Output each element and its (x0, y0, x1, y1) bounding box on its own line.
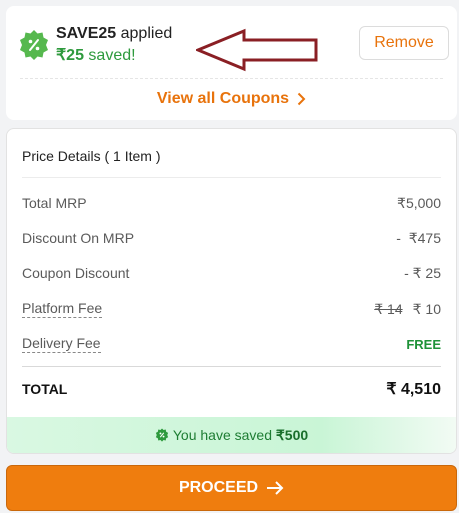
price-details-title: Price Details ( 1 Item ) (22, 148, 161, 164)
total-mrp-value: ₹5,000 (397, 194, 441, 211)
savings-text: You have saved (172, 427, 276, 443)
left-arrow-annotation-icon (196, 28, 318, 72)
total-divider (22, 366, 441, 367)
delivery-fee-value: FREE (406, 336, 441, 352)
proceed-label: PROCEED (178, 479, 259, 496)
price-header-divider (22, 177, 441, 178)
coupon-saved-text: ₹25 saved! (56, 45, 172, 67)
total-mrp-row: Total MRP ₹5,000 (22, 191, 441, 215)
percent-badge-icon (20, 30, 48, 60)
platform-fee-values: ₹ 14 ₹ 10 (364, 301, 441, 318)
total-label: TOTAL (22, 381, 68, 397)
proceed-button[interactable]: PROCEED (6, 465, 457, 511)
discount-on-mrp-label: Discount On MRP (22, 230, 135, 246)
platform-fee-value: ₹ 10 (412, 300, 441, 317)
discount-on-mrp-row: Discount On MRP - ₹475 (22, 226, 441, 250)
arrow-right-icon (267, 481, 284, 495)
price-details-card: Price Details ( 1 Item ) Total MRP ₹5,00… (6, 128, 457, 454)
platform-fee-label[interactable]: Platform Fee (22, 300, 103, 318)
total-value: ₹ 4,510 (386, 381, 441, 398)
coupon-card: SAVE25 applied ₹25 saved! Remove View al… (6, 6, 457, 120)
remove-coupon-button[interactable]: Remove (359, 26, 449, 60)
coupon-applied-label: applied (116, 25, 173, 42)
platform-fee-row: Platform Fee ₹ 14 ₹ 10 (22, 297, 441, 321)
view-all-coupons-link[interactable]: View all Coupons (6, 90, 457, 108)
coupon-discount-value: - ₹ 25 (404, 264, 441, 281)
view-all-coupons-label: View all Coupons (156, 90, 290, 107)
total-mrp-label: Total MRP (22, 195, 87, 211)
delivery-fee-label[interactable]: Delivery Fee (22, 335, 101, 353)
coupon-applied-text: SAVE25 applied (56, 23, 172, 45)
coupon-saved-suffix: saved! (83, 47, 136, 64)
coupon-code: SAVE25 (56, 25, 117, 42)
discount-on-mrp-value: - ₹475 (396, 229, 441, 246)
coupon-divider (20, 78, 443, 79)
coupon-discount-label: Coupon Discount (22, 265, 130, 281)
coupon-discount-row: Coupon Discount - ₹ 25 (22, 261, 441, 285)
delivery-fee-row: Delivery Fee FREE (22, 332, 441, 356)
total-row: TOTAL ₹ 4,510 (22, 379, 441, 399)
platform-fee-original: ₹ 14 (374, 300, 403, 317)
percent-badge-icon (155, 428, 168, 442)
chevron-right-icon (297, 92, 306, 106)
savings-banner: You have saved ₹500 (7, 417, 456, 453)
coupon-saved-amount: ₹25 (56, 47, 84, 64)
savings-amount: ₹500 (275, 426, 309, 443)
